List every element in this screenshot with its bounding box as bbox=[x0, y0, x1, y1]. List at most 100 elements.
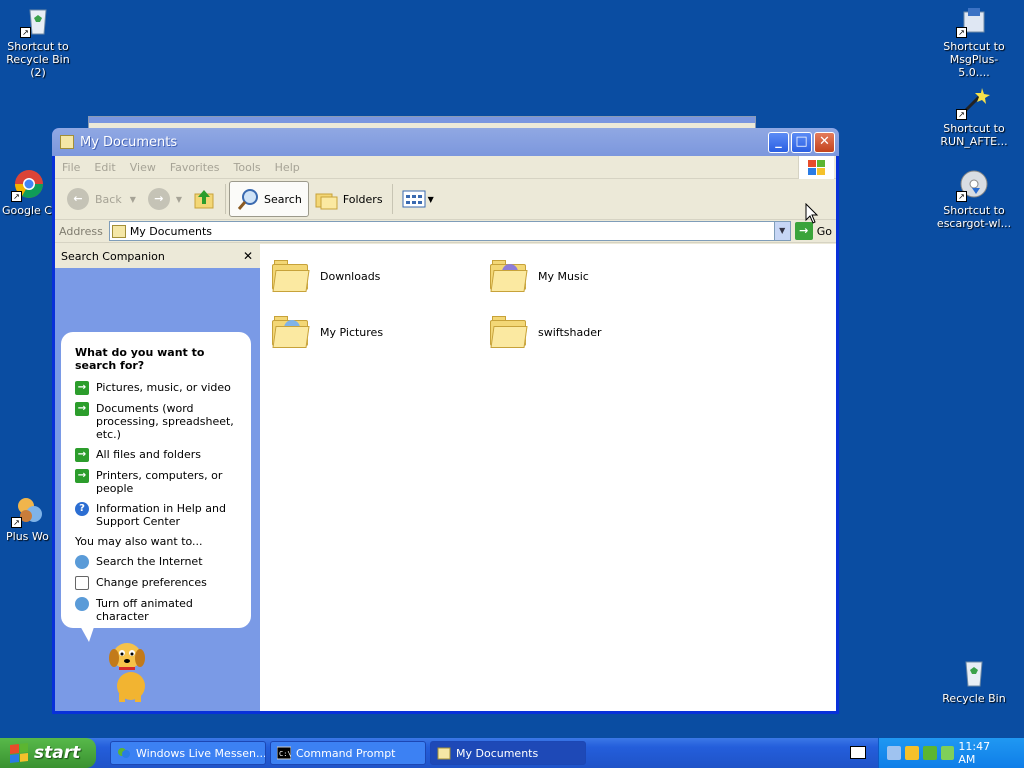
explorer-window: My Documents _ □ ✕ File Edit View Favori… bbox=[52, 128, 839, 714]
menu-favorites[interactable]: Favorites bbox=[163, 161, 227, 174]
search-companion-header: Search Companion ✕ bbox=[55, 244, 260, 268]
maximize-button[interactable]: □ bbox=[791, 131, 812, 153]
mouse-cursor-icon bbox=[805, 203, 819, 224]
search-options-bubble: What do you want to search for? → Pictur… bbox=[61, 332, 251, 628]
folder-label: My Pictures bbox=[320, 325, 384, 339]
menu-file[interactable]: File bbox=[55, 161, 87, 174]
desktop-icon-label: Shortcut to Recycle Bin (2) bbox=[6, 40, 70, 79]
close-button[interactable]: ✕ bbox=[814, 131, 835, 153]
address-dropdown-button[interactable]: ▼ bbox=[773, 222, 790, 240]
desktop-icon-msgplus-shortcut[interactable]: ↗ Shortcut to MsgPlus-5.0.... bbox=[934, 4, 1014, 79]
installer-icon: ↗ bbox=[956, 4, 990, 38]
arrow-right-icon: → bbox=[75, 469, 89, 483]
option-label: Search the Internet bbox=[96, 555, 203, 568]
folder-label: My Music bbox=[538, 269, 589, 283]
taskbar-item-my-documents[interactable]: My Documents bbox=[430, 741, 586, 765]
forward-arrow-icon: → bbox=[147, 188, 170, 210]
clock[interactable]: 11:47 AM bbox=[958, 740, 1010, 766]
wand-icon: ↗ bbox=[956, 86, 990, 120]
option-turn-off-character[interactable]: Turn off animated character bbox=[75, 597, 239, 623]
preferences-icon bbox=[75, 576, 89, 590]
folder-icon bbox=[490, 316, 528, 348]
search-companion-title: Search Companion bbox=[61, 249, 165, 263]
recycle-bin-icon bbox=[958, 656, 990, 688]
forward-dropdown-icon[interactable]: ▼ bbox=[176, 195, 182, 204]
folder-item-my-music[interactable]: My Music bbox=[490, 260, 589, 292]
menu-help[interactable]: Help bbox=[268, 161, 307, 174]
network-icon[interactable] bbox=[887, 746, 901, 760]
desktop-icon-run-after-shortcut[interactable]: ↗ Shortcut to RUN_AFTE... bbox=[934, 86, 1014, 148]
task-label: My Documents bbox=[456, 746, 539, 760]
back-button[interactable]: ← Back ▼ bbox=[61, 181, 142, 217]
help-icon: ? bbox=[75, 502, 89, 516]
windows-logo-icon bbox=[798, 156, 834, 179]
option-label: Information in Help and Support Center bbox=[96, 502, 226, 528]
option-label: All files and folders bbox=[96, 448, 201, 461]
address-input[interactable]: My Documents ▼ bbox=[108, 221, 791, 241]
search-icon bbox=[237, 189, 259, 210]
taskbar-item-messenger[interactable]: Windows Live Messen... bbox=[110, 741, 266, 765]
menu-tools[interactable]: Tools bbox=[227, 161, 268, 174]
folders-button[interactable]: Folders bbox=[309, 181, 389, 217]
option-change-preferences[interactable]: Change preferences bbox=[75, 576, 239, 590]
desktop-icon-recycle-bin-shortcut[interactable]: ↗ Shortcut to Recycle Bin (2) bbox=[0, 4, 78, 79]
start-button[interactable]: start bbox=[0, 738, 96, 768]
pictures-folder-icon bbox=[272, 316, 310, 348]
views-button[interactable]: ▼ bbox=[396, 181, 440, 217]
back-dropdown-icon[interactable]: ▼ bbox=[130, 195, 136, 204]
option-pictures-music-video[interactable]: → Pictures, music, or video bbox=[75, 381, 239, 395]
option-label: Change preferences bbox=[96, 576, 207, 589]
menu-view[interactable]: View bbox=[123, 161, 163, 174]
minimize-button[interactable]: _ bbox=[768, 131, 789, 153]
character-icon bbox=[75, 597, 89, 611]
windows-flag-icon bbox=[10, 743, 28, 763]
search-button[interactable]: Search bbox=[229, 181, 309, 217]
option-printers-computers-people[interactable]: → Printers, computers, or people bbox=[75, 469, 239, 495]
also-label: You may also want to... bbox=[75, 535, 203, 548]
forward-button[interactable]: → ▼ bbox=[142, 181, 188, 217]
recycle-bin-icon: ↗ bbox=[20, 4, 54, 38]
option-help-support[interactable]: ? Information in Help and Support Center bbox=[75, 502, 239, 528]
option-label: Pictures, music, or video bbox=[96, 381, 231, 394]
connections-icon[interactable] bbox=[922, 746, 937, 760]
my-documents-icon bbox=[437, 747, 451, 760]
folder-item-swiftshader[interactable]: swiftshader bbox=[490, 316, 602, 348]
close-pane-icon[interactable]: ✕ bbox=[240, 249, 256, 263]
folder-item-my-pictures[interactable]: My Pictures bbox=[272, 316, 383, 348]
taskbar-item-command-prompt[interactable]: C:\ Command Prompt bbox=[270, 741, 426, 765]
address-bar: Address My Documents ▼ → Go bbox=[55, 220, 836, 243]
title-bar[interactable]: My Documents _ □ ✕ bbox=[52, 128, 839, 156]
folder-icon bbox=[272, 260, 310, 292]
folder-up-icon bbox=[194, 190, 214, 209]
up-button[interactable] bbox=[188, 181, 222, 217]
chrome-icon: ↗ bbox=[11, 168, 45, 202]
menu-edit[interactable]: Edit bbox=[87, 161, 122, 174]
folders-label: Folders bbox=[342, 192, 383, 206]
cd-icon: ↗ bbox=[956, 168, 990, 202]
folder-item-downloads[interactable]: Downloads bbox=[272, 260, 380, 292]
option-all-files-folders[interactable]: → All files and folders bbox=[75, 448, 239, 462]
security-shield-icon[interactable] bbox=[904, 746, 919, 760]
messenger-icon bbox=[118, 748, 130, 758]
desktop-icon-escargot-shortcut[interactable]: ↗ Shortcut to escargot-wl... bbox=[934, 168, 1014, 230]
option-search-internet[interactable]: Search the Internet bbox=[75, 555, 239, 569]
bubble-tail bbox=[79, 624, 95, 642]
go-label: Go bbox=[816, 224, 832, 238]
my-documents-icon bbox=[111, 224, 126, 238]
file-list: Downloads My Music My Pictures swiftshad… bbox=[260, 244, 836, 711]
messenger-status-icon[interactable] bbox=[940, 746, 955, 760]
toolbar-separator bbox=[391, 184, 393, 214]
back-arrow-icon: ← bbox=[67, 188, 89, 210]
keyboard-icon[interactable] bbox=[850, 746, 866, 759]
desktop-icon-label: Shortcut to MsgPlus-5.0.... bbox=[943, 40, 1005, 79]
arrow-right-icon: → bbox=[75, 381, 89, 395]
search-label: Search bbox=[264, 192, 302, 206]
desktop-icon-label: Shortcut to escargot-wl... bbox=[936, 204, 1012, 230]
option-documents[interactable]: → Documents (word processing, spreadshee… bbox=[75, 402, 239, 441]
back-label: Back bbox=[95, 192, 122, 206]
taskbar: start Windows Live Messen... C:\ Command… bbox=[0, 738, 1024, 768]
desktop-icon-recycle-bin[interactable]: Recycle Bin bbox=[934, 656, 1014, 705]
arrow-right-icon: → bbox=[75, 448, 89, 462]
search-dog-character[interactable] bbox=[105, 636, 161, 704]
start-label: start bbox=[34, 743, 81, 763]
